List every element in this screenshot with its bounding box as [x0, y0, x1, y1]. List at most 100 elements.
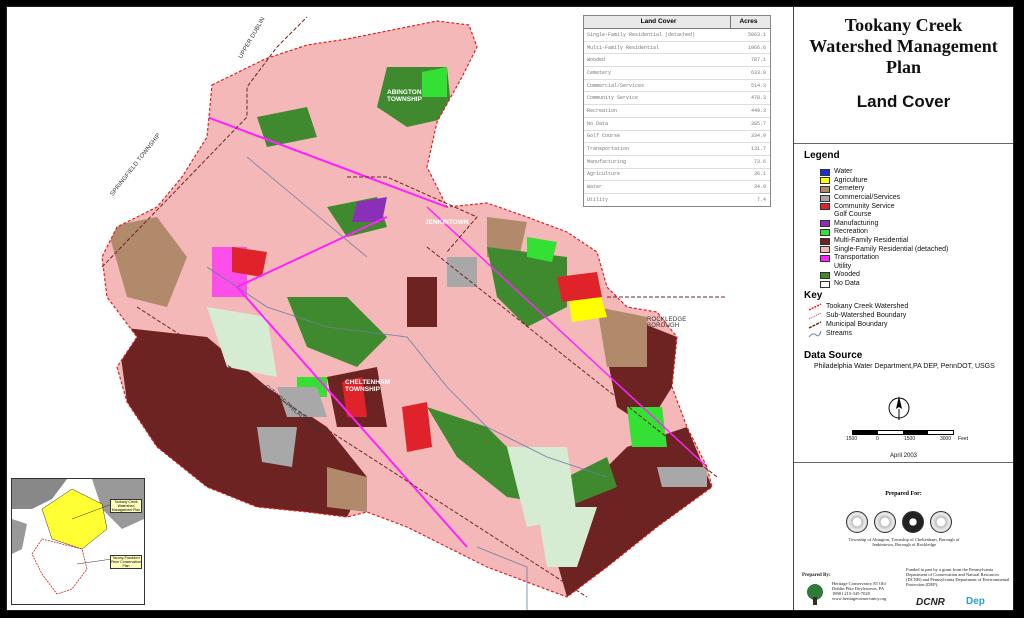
table-row: Manufacturing 73.6: [584, 156, 770, 169]
brown-dashed-line-icon: [808, 320, 822, 329]
legend-item: Cemetery: [820, 185, 948, 194]
table-row: Transportation 131.7: [584, 143, 770, 156]
legend-label: Multi-Family Residential: [834, 237, 909, 245]
cell-acres: 34.9: [753, 184, 766, 191]
dashed-line-icon: [808, 312, 822, 319]
rockledge-seal-icon: [930, 511, 952, 533]
table-row: Commercial/Services 514.3: [584, 80, 770, 93]
cheltenham-label: CHELTENHAM TOWNSHIP: [345, 379, 391, 393]
legend-item: Single-Family Residential (detached): [820, 245, 948, 254]
cell-cover: Community Service: [587, 95, 639, 102]
scale-tick: 3000: [940, 436, 952, 442]
abington-label: ABINGTON TOWNSHIP: [387, 89, 422, 103]
legend-swatch: [820, 271, 830, 279]
cell-acres: 334.9: [750, 133, 766, 140]
prepared-for-text: Township of Abington, Township of Chelte…: [848, 537, 960, 547]
cell-acres: 514.3: [750, 82, 766, 89]
dep-logo: Dep: [966, 596, 985, 607]
legend-label: Golf Course: [834, 211, 872, 219]
cell-acres: 36.1: [753, 171, 766, 178]
legend-label: Utility: [834, 262, 852, 270]
blue-line-icon: [808, 330, 822, 337]
credits-block: Prepared For: Township of Abington, Town…: [794, 462, 1013, 610]
table-row: Single-Family Residential (detached) 5063…: [584, 29, 770, 42]
legend-label: Transportation: [834, 254, 879, 262]
rockledge-label: ROCKLEDGE BOROUGH: [647, 317, 687, 329]
table-header: Land Cover Acres: [584, 16, 770, 29]
key-item: Tookany Creek Watershed: [808, 302, 908, 311]
cell-acres: 449.3: [750, 107, 766, 114]
prepared-by-text: Heritage Conservancy 85 Old Dublin Pike …: [832, 581, 887, 601]
funding-text: Funded in part by a grant from the Penns…: [906, 567, 1010, 587]
legend-swatch: [820, 220, 830, 228]
key-label: Streams: [826, 330, 853, 337]
legend-swatch: [820, 185, 830, 193]
jenkintown-label: JENKINTOWN: [425, 219, 469, 226]
cell-cover: Wooded: [587, 57, 606, 64]
map-date: April 2003: [889, 453, 918, 459]
key-list: Tookany Creek Watershed Sub-Watershed Bo…: [808, 302, 908, 338]
data-source-heading: Data Source: [804, 350, 863, 361]
legend-label: Cemetery: [834, 185, 865, 193]
map-poster: UPPER DUBLIN SPRINGFIELD TOWNSHIP ABINGT…: [0, 0, 1024, 618]
red-dashed-line-icon: [808, 302, 822, 311]
cell-cover: Cemetery: [587, 69, 612, 76]
info-panel: Tookany Creek Watershed Management Plan …: [793, 7, 1013, 610]
key-item: Municipal Boundary: [808, 320, 908, 329]
cell-cover: Recreation: [587, 107, 618, 114]
legend-item: Utility: [820, 263, 948, 272]
legend-item: Wooded: [820, 271, 948, 280]
scale-tick: 0: [876, 436, 879, 442]
header-land-cover: Land Cover: [640, 18, 677, 25]
inset-label-tacony: Tacony-Frankford River Conservation Plan: [110, 555, 142, 569]
legend-swatch: [820, 254, 830, 262]
legend-swatch: [820, 194, 830, 202]
legend-swatch: [820, 203, 830, 211]
cell-cover: Multi-Family Residential: [587, 44, 660, 51]
map-title: Tookany Creek Watershed Management Plan: [809, 15, 998, 77]
table-row: Agriculture 36.1: [584, 169, 770, 182]
cell-cover: Agriculture: [587, 171, 621, 178]
legend-swatch: [820, 177, 830, 185]
key-label: Tookany Creek Watershed: [826, 303, 909, 310]
scale-tick: 1500: [904, 436, 916, 442]
legend-item: Community Service: [820, 202, 948, 211]
key-label: Sub-Watershed Boundary: [826, 312, 907, 319]
scale-bar: [852, 430, 954, 435]
abington-seal-icon: [846, 511, 868, 533]
table-row: Golf Course 334.9: [584, 131, 770, 144]
inset-label-tookany: Tookany Creek Watershed Management Plan: [110, 499, 142, 513]
scale-unit: Feet: [958, 436, 969, 442]
poster-sheet: UPPER DUBLIN SPRINGFIELD TOWNSHIP ABINGT…: [6, 6, 1014, 611]
header-acres: Acres: [730, 16, 770, 28]
cell-cover: Single-Family Residential (detached): [587, 31, 696, 38]
cell-acres: 478.3: [750, 95, 766, 102]
legend-swatch: [820, 280, 830, 288]
legend-swatch: [820, 246, 830, 254]
legend-swatch: [820, 237, 830, 245]
legend-label: Agriculture: [834, 176, 868, 184]
legend: Legend Water Agriculture Cemetery Commer…: [794, 143, 1013, 288]
legend-item: Water: [820, 168, 948, 177]
cell-cover: Transportation: [587, 146, 630, 153]
legend-label: Community Service: [834, 202, 895, 210]
key-label: Municipal Boundary: [826, 321, 888, 328]
legend-swatch: [820, 228, 830, 236]
land-cover-map: UPPER DUBLIN SPRINGFIELD TOWNSHIP ABINGT…: [7, 7, 788, 610]
map-subtitle: Land Cover: [856, 92, 951, 111]
legend-swatch: [820, 263, 830, 271]
legend-item: Agriculture: [820, 177, 948, 186]
cell-acres: 131.7: [750, 146, 766, 153]
legend-label: Manufacturing: [834, 219, 879, 227]
jenkintown-seal-icon: [902, 511, 924, 533]
cell-acres: 5063.1: [747, 31, 766, 38]
table-row: Utility 7.4: [584, 194, 770, 206]
legend-item: Golf Course: [820, 211, 948, 220]
legend-item: Transportation: [820, 254, 948, 263]
table-row: Community Service 478.3: [584, 92, 770, 106]
cell-cover: Water: [587, 184, 603, 191]
cheltenham-seal-icon: [874, 511, 896, 533]
table-row: Water 34.9: [584, 181, 770, 194]
key-heading: Key: [804, 290, 823, 301]
legend-swatch: [820, 168, 830, 176]
